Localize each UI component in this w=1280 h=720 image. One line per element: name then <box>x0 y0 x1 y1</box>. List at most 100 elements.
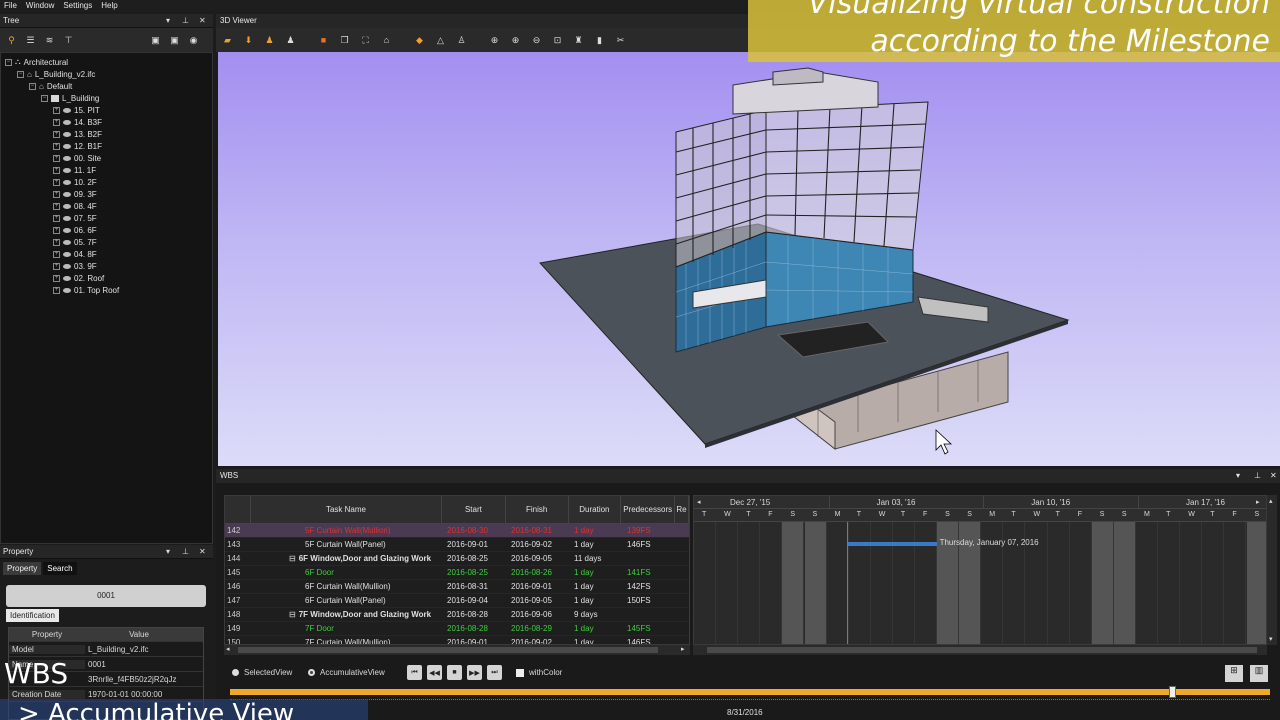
copy-icon[interactable]: ❐ <box>337 33 352 48</box>
wbs-row[interactable]: 146 6F Curtain Wall(Mullion) 2016-08-31 201… <box>225 580 689 594</box>
tree-node-floor[interactable]: +09. 3F <box>1 188 212 200</box>
dropdown-icon[interactable]: ▾ <box>166 14 170 28</box>
tree-node-building[interactable]: − L_Building <box>1 92 212 104</box>
element-id-button[interactable]: 0001 <box>6 585 206 607</box>
section-icon[interactable]: ▮ <box>592 33 607 48</box>
tree-node-floor[interactable]: +05. 7F <box>1 236 212 248</box>
expand-icon[interactable]: + <box>53 178 60 186</box>
tree-node-floor[interactable]: +14. B3F <box>1 116 212 128</box>
step-forward-icon[interactable]: ▶▶ <box>467 665 482 680</box>
wbs-row[interactable]: 148 ⊟ 7F Window,Door and Glazing Work 2016-… <box>225 608 689 622</box>
hierarchy-icon[interactable]: ⚲ <box>4 33 19 48</box>
expand-icon[interactable]: + <box>53 274 60 282</box>
scroll-down-icon[interactable]: ▾ <box>1269 635 1273 643</box>
expand-icon[interactable]: + <box>53 106 60 114</box>
scroll-thumb[interactable] <box>238 647 658 653</box>
tab-property[interactable]: Property <box>3 562 42 575</box>
expand-icon[interactable]: + <box>53 166 60 174</box>
walk-icon[interactable]: ♙ <box>454 33 469 48</box>
skip-start-icon[interactable]: ⏮ <box>407 665 422 680</box>
expand-icon[interactable]: + <box>53 118 60 126</box>
scroll-left-icon[interactable]: ◂ <box>226 645 230 653</box>
dropdown-icon[interactable]: ▾ <box>1236 469 1240 483</box>
col-resources[interactable]: Re <box>675 496 689 523</box>
people-icon[interactable]: ♟ <box>262 33 277 48</box>
wbs-row[interactable]: 144 ⊟ 6F Window,Door and Glazing Work 2016-… <box>225 552 689 566</box>
gantt-prev-icon[interactable]: ◂ <box>697 498 701 506</box>
collapse-icon[interactable]: ⊟ <box>289 554 296 563</box>
layers-icon[interactable]: ≋ <box>42 33 57 48</box>
tree-node-floor[interactable]: +10. 2F <box>1 176 212 188</box>
wbs-row[interactable]: 145 6F Door 2016-08-25 2016-08-26 1 day 141FS <box>225 566 689 580</box>
close-icon[interactable]: ✕ <box>1270 469 1277 483</box>
tree-node-floor[interactable]: +03. 9F <box>1 260 212 272</box>
close-icon[interactable]: ✕ <box>199 545 206 559</box>
tree-node-floor[interactable]: +06. 6F <box>1 224 212 236</box>
step-back-icon[interactable]: ◀◀ <box>427 665 442 680</box>
col-duration[interactable]: Duration <box>569 496 622 523</box>
timeline-slider[interactable] <box>230 686 1270 698</box>
col-task-name[interactable]: Task Name <box>251 496 443 523</box>
expand-icon[interactable]: + <box>53 214 60 222</box>
skip-end-icon[interactable]: ⏭ <box>487 665 502 680</box>
gantt-hscrollbar[interactable] <box>693 645 1267 655</box>
group-icon[interactable]: ♟ <box>283 33 298 48</box>
fit-view-icon[interactable]: ⛶ <box>358 33 373 48</box>
stop-icon[interactable]: ■ <box>447 665 462 680</box>
collapse-icon[interactable]: − <box>29 82 36 90</box>
identification-section[interactable]: Identification <box>6 609 59 622</box>
collapse-icon[interactable]: ⊟ <box>289 610 296 619</box>
expand-icon[interactable]: + <box>53 226 60 234</box>
pin-icon[interactable]: ⊥ <box>182 545 189 559</box>
table-hscrollbar[interactable]: ◂ ▸ <box>224 645 690 655</box>
list-icon[interactable]: ☰ <box>23 33 38 48</box>
dropdown-icon[interactable]: ▾ <box>166 545 170 559</box>
export-excel-icon[interactable]: ⊞ <box>1225 665 1243 682</box>
menu-help[interactable]: Help <box>101 1 117 10</box>
gantt-vscrollbar[interactable]: ▴ ▾ <box>1267 495 1277 645</box>
col-start[interactable]: Start <box>442 496 506 523</box>
collapse-icon[interactable]: − <box>17 70 24 78</box>
tree-node-file[interactable]: − ⌂ L_Building_v2.ifc <box>1 68 212 80</box>
expand-icon[interactable]: + <box>53 190 60 198</box>
radio-icon[interactable] <box>232 669 239 676</box>
expand-icon[interactable]: + <box>53 202 60 210</box>
menu-file[interactable]: File <box>4 1 17 10</box>
filter-add-icon[interactable]: ▣ <box>148 33 163 48</box>
col-finish[interactable]: Finish <box>506 496 569 523</box>
download-icon[interactable]: ⬇ <box>241 33 256 48</box>
with-color-checkbox[interactable]: withColor <box>516 665 562 680</box>
expand-icon[interactable]: + <box>53 130 60 138</box>
transform-icon[interactable]: ✂ <box>613 33 628 48</box>
cube-icon[interactable]: ◆ <box>412 33 427 48</box>
scroll-right-icon[interactable]: ▸ <box>681 645 685 653</box>
gantt-task-bar[interactable] <box>846 542 937 546</box>
expand-icon[interactable]: + <box>53 154 60 162</box>
box-select-icon[interactable]: ■ <box>316 33 331 48</box>
view-mode-selected[interactable]: SelectedView <box>232 665 292 680</box>
paint-icon[interactable]: ♜ <box>571 33 586 48</box>
zoom-out-icon[interactable]: ⊖ <box>529 33 544 48</box>
collapse-icon[interactable]: − <box>41 94 48 102</box>
zoom-fit-icon[interactable]: ⊡ <box>550 33 565 48</box>
tree-node-floor[interactable]: +07. 5F <box>1 212 212 224</box>
3d-viewport[interactable] <box>218 52 1280 466</box>
tree-node-floor[interactable]: +01. Top Roof <box>1 284 212 296</box>
expand-icon[interactable]: + <box>53 142 60 150</box>
collapse-icon[interactable]: − <box>5 58 12 66</box>
tree-node-root[interactable]: − ⛬ Architectural <box>1 56 212 68</box>
zoom-in-icon[interactable]: ⊕ <box>508 33 523 48</box>
scroll-thumb[interactable] <box>707 647 1257 653</box>
expand-icon[interactable]: + <box>53 262 60 270</box>
menu-settings[interactable]: Settings <box>63 1 92 10</box>
col-predecessors[interactable]: Predecessors <box>621 496 676 523</box>
gantt-settings-icon[interactable]: ▥ <box>1250 665 1268 682</box>
tree-node-default[interactable]: − ⌂ Default <box>1 80 212 92</box>
menu-window[interactable]: Window <box>26 1 54 10</box>
wbs-row[interactable]: 142 5F Curtain Wall(Mullion) 2016-08-30 201… <box>225 524 689 538</box>
close-icon[interactable]: ✕ <box>199 14 206 28</box>
tab-search[interactable]: Search <box>43 562 77 575</box>
tree-node-floor[interactable]: +02. Roof <box>1 272 212 284</box>
tree-node-floor[interactable]: +00. Site <box>1 152 212 164</box>
pin-icon[interactable]: ⊥ <box>1254 469 1261 483</box>
